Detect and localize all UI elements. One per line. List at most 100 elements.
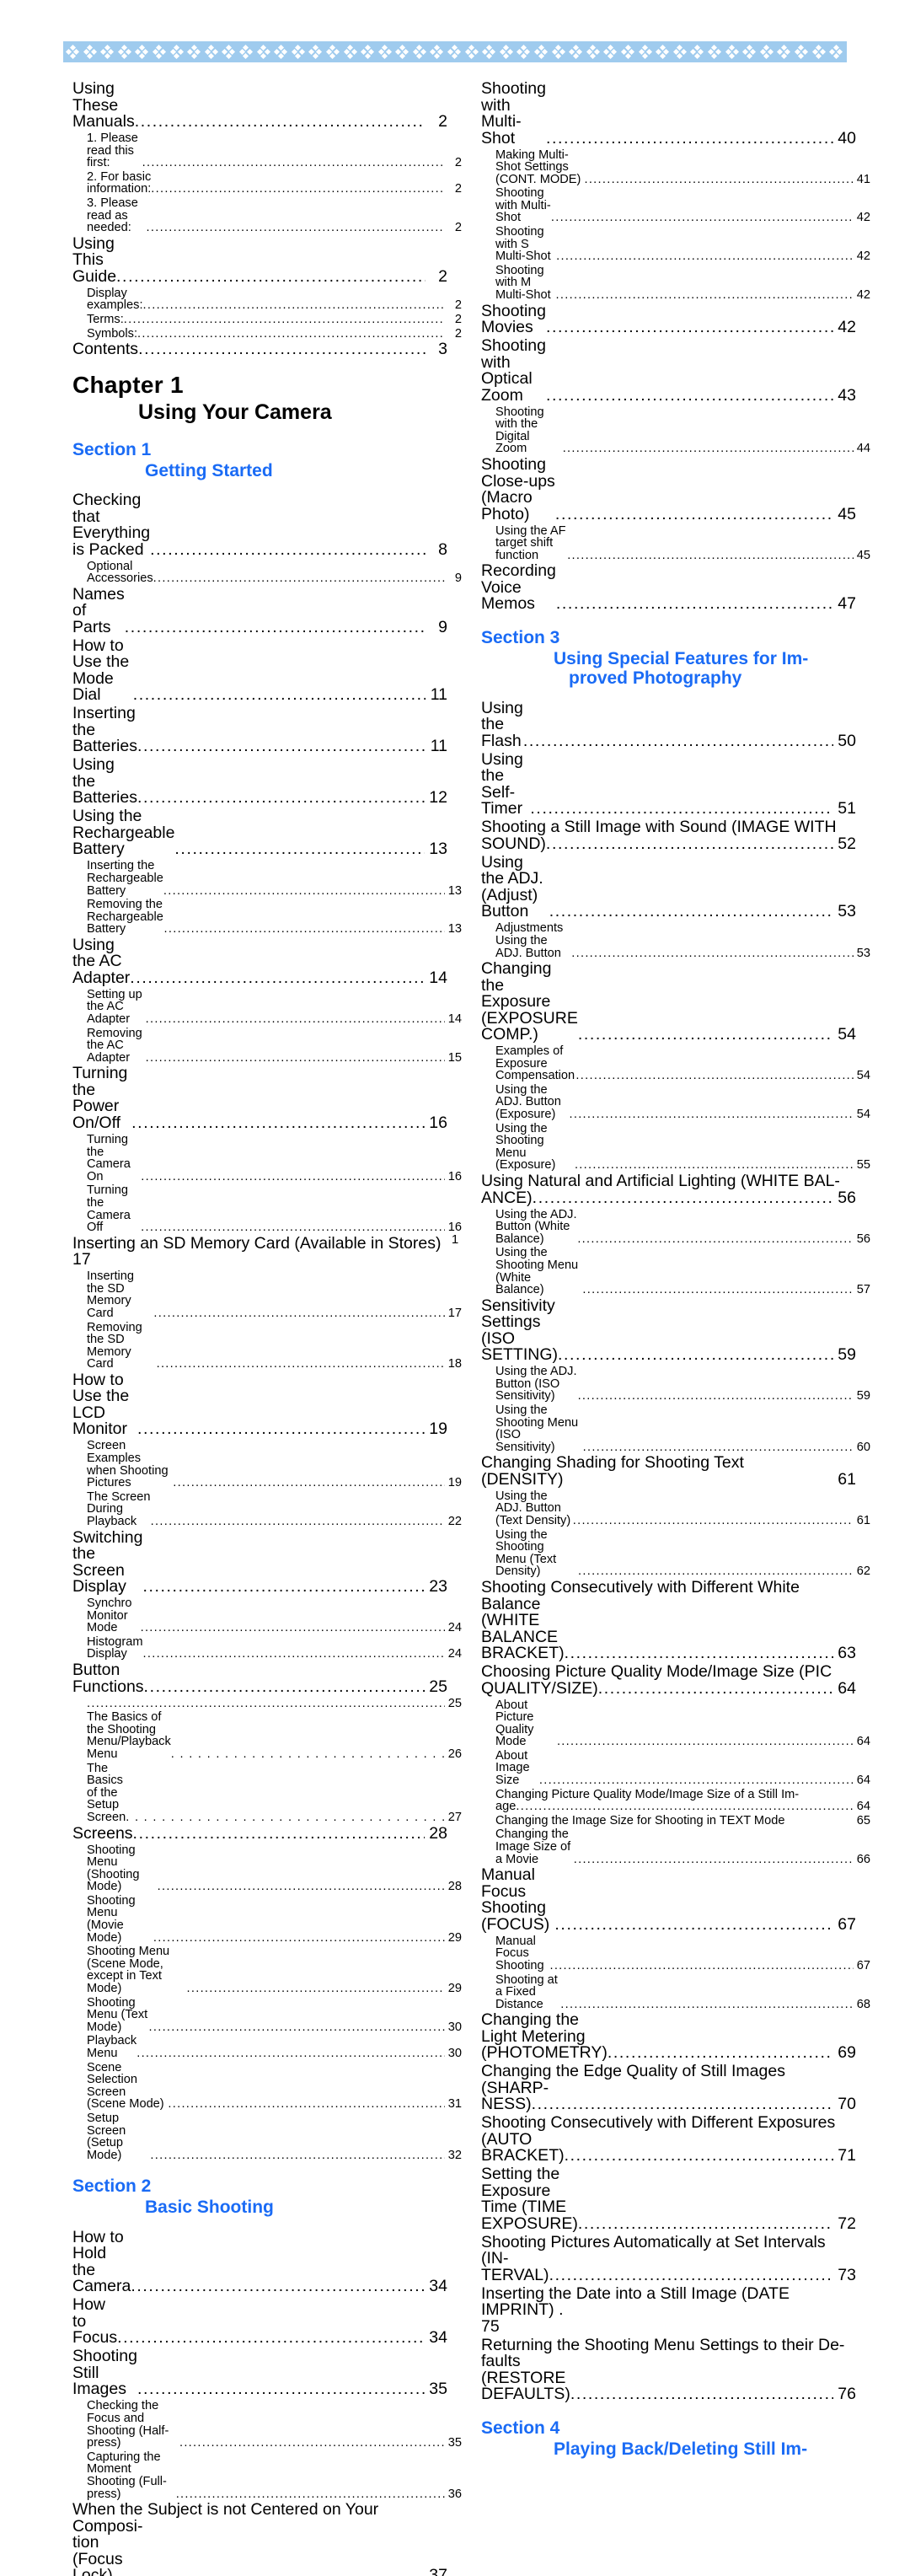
toc-entry[interactable]: Sensitivity Settings (ISO SETTING) .....… bbox=[481, 1297, 856, 1364]
toc-entry[interactable]: Returning the Shooting Menu Settings to … bbox=[481, 2337, 856, 2403]
toc-entry[interactable]: Names of Parts .........................… bbox=[72, 586, 447, 636]
toc-entry[interactable]: Shooting with Multi-Shot................… bbox=[481, 80, 856, 147]
toc-entry[interactable]: Using the Shooting Menu (Exposure) .....… bbox=[481, 1122, 870, 1172]
toc-entry[interactable]: Examples of Exposure Compensation ......… bbox=[481, 1045, 870, 1082]
toc-entry[interactable]: Shooting Movies ........................… bbox=[481, 303, 856, 336]
toc-entry[interactable]: Using the ADJ. (Adjust) Button .........… bbox=[481, 854, 856, 920]
toc-entry[interactable]: Turning the Camera Off..................… bbox=[72, 1184, 462, 1233]
toc-entry[interactable]: How to Use the LCD Monitor .............… bbox=[72, 1371, 447, 1438]
toc-entry[interactable]: Shooting with the Digital Zoom..........… bbox=[481, 405, 870, 455]
toc-entry[interactable]: Using This Guide........................… bbox=[72, 235, 447, 286]
toc-entry[interactable]: 1. Please read this first: .............… bbox=[72, 132, 462, 169]
toc-entry[interactable]: Using Natural and Artificial Lighting (W… bbox=[481, 1173, 856, 1206]
toc-entry[interactable]: How to Hold the Camera..................… bbox=[72, 2229, 447, 2295]
toc-entry[interactable]: Changing the Image Size for Shooting in … bbox=[481, 1815, 870, 1827]
toc-entry[interactable]: Shooting Consecutively with Different Ex… bbox=[481, 2115, 856, 2165]
toc-entry[interactable]: Inserting the Rechargeable Battery .....… bbox=[72, 860, 462, 897]
toc-entry[interactable]: Optional Accessories....................… bbox=[72, 560, 462, 585]
toc-entry[interactable]: Playback Menu ..........................… bbox=[72, 2035, 462, 2059]
toc-entry[interactable]: Capturing the Moment Shooting (Full-pres… bbox=[72, 2450, 462, 2500]
toc-entry[interactable]: Shooting with S Multi-Shot .............… bbox=[481, 226, 870, 263]
toc-entry[interactable]: Using the Shooting Menu (White Balance) … bbox=[481, 1247, 870, 1296]
toc-entry[interactable]: Shooting with Optical Zoom..............… bbox=[481, 337, 856, 404]
toc-entry[interactable]: Shooting with M Multi-Shot..............… bbox=[481, 265, 870, 302]
toc-entry[interactable]: Checking the Focus and Shooting (Half-pr… bbox=[72, 2400, 462, 2449]
toc-entry[interactable]: Setup Screen (Setup Mode) ..............… bbox=[72, 2112, 462, 2161]
toc-entry[interactable]: Adjustments Using the ADJ. Button ......… bbox=[481, 922, 870, 959]
toc-entry[interactable]: Changing the Edge Quality of Still Image… bbox=[481, 2063, 856, 2113]
toc-entry[interactable]: Using the AF target shift function .....… bbox=[481, 524, 870, 562]
toc-entry[interactable]: Inserting the SD Memory Card............… bbox=[72, 1270, 462, 1319]
toc-entry[interactable]: Changing the Exposure (EXPOSURE COMP.) .… bbox=[481, 960, 856, 1044]
toc-entry[interactable]: Manual Focus Shooting (FOCUS) ..........… bbox=[481, 1866, 856, 1933]
toc-entry[interactable]: Using the Self-Timer ...................… bbox=[481, 751, 856, 818]
toc-entry[interactable]: Shooting Menu (Text Mode)...............… bbox=[72, 1996, 462, 2034]
toc-entry[interactable]: About Picture Quality Mode..............… bbox=[481, 1699, 870, 1748]
toc-entry[interactable]: Shooting Pictures Automatically at Set I… bbox=[481, 2234, 856, 2284]
toc-entry[interactable]: Inserting the Batteries ................… bbox=[72, 706, 447, 755]
toc-entry[interactable]: Symbols:................................… bbox=[72, 327, 462, 341]
toc-entry-page: 35 bbox=[444, 2436, 462, 2450]
toc-entry[interactable]: About Image Size .......................… bbox=[481, 1750, 870, 1787]
toc-entry[interactable]: Changing the Image Size of a Movie .....… bbox=[481, 1828, 870, 1865]
toc-entry[interactable]: Synchro Monitor Mode ...................… bbox=[72, 1597, 462, 1634]
toc-entry[interactable]: Shooting Consecutively with Different Wh… bbox=[481, 1579, 856, 1662]
toc-entry[interactable]: The Screen During Playback..............… bbox=[72, 1491, 462, 1528]
toc-entry[interactable]: Using the ADJ. Button (Exposure) .......… bbox=[481, 1084, 870, 1121]
toc-entry[interactable]: Using the Shooting Menu (Text Density)..… bbox=[481, 1528, 870, 1578]
toc-entry[interactable]: Shooting Close-ups (Macro Photo)........… bbox=[481, 456, 856, 523]
toc-entry[interactable]: Removing the Rechargeable Battery.......… bbox=[72, 899, 462, 936]
toc-entry[interactable]: Using the AC Adapter ...................… bbox=[72, 936, 447, 987]
toc-entry[interactable]: Turning the Power On/Off ...............… bbox=[72, 1065, 447, 1131]
toc-entry[interactable]: Changing the Light Metering (PHOTOMETRY)… bbox=[481, 2012, 856, 2062]
toc-entry[interactable]: Using These Manuals ....................… bbox=[72, 80, 447, 131]
toc-entry[interactable]: Button Functions .......................… bbox=[72, 1661, 447, 1695]
toc-entry[interactable]: Shooting Menu (Scene Mode, except in Tex… bbox=[72, 1945, 462, 1994]
toc-entry[interactable]: Removing the SD Memory Card.............… bbox=[72, 1321, 462, 1371]
toc-entry[interactable]: Screen Examples when Shooting Pictures..… bbox=[72, 1440, 462, 1489]
toc-entry[interactable]: Screens.................................… bbox=[72, 1825, 447, 1843]
toc-entry[interactable]: Using the Rechargeable Battery .........… bbox=[72, 808, 447, 858]
toc-entry[interactable]: Display examples: ......................… bbox=[72, 287, 462, 312]
toc-entry[interactable]: Recording Voice Memos...................… bbox=[481, 563, 856, 613]
toc-entry[interactable]: How to Use the Mode Dial ...............… bbox=[72, 637, 447, 704]
toc-entry[interactable]: Using the Flash.........................… bbox=[481, 700, 856, 750]
toc-entry-title: About Image Size bbox=[495, 1748, 533, 1788]
toc-entry[interactable]: Using the ADJ. Button (Text Density)....… bbox=[481, 1490, 870, 1527]
toc-entry-title-continued: NESS)...................................… bbox=[481, 2096, 856, 2113]
toc-entry[interactable]: Shooting at a Fixed Distance ...........… bbox=[481, 1973, 870, 2011]
toc-entry[interactable]: When the Subject is not Centered on Your… bbox=[72, 2501, 447, 2576]
toc-entry-page: 12 bbox=[424, 788, 447, 808]
toc-entry[interactable]: The Basics of the Shooting Menu/Playback… bbox=[72, 1711, 462, 1760]
toc-entry[interactable]: Turning the Camera On...................… bbox=[72, 1134, 462, 1183]
toc-entry[interactable]: Switching the Screen Display............… bbox=[72, 1529, 447, 1596]
toc-entry[interactable]: Shooting Menu (Shooting Mode)...........… bbox=[72, 1843, 462, 1893]
toc-entry[interactable]: Terms: .................................… bbox=[72, 314, 462, 326]
toc-entry[interactable]: Shooting Still Images ..................… bbox=[72, 2348, 447, 2398]
toc-entry[interactable]: Inserting the Date into a Still Image (D… bbox=[481, 2285, 856, 2336]
toc-entry[interactable]: Changing Shading for Shooting Text (DENS… bbox=[481, 1455, 856, 1488]
toc-entry[interactable]: Shooting a Still Image with Sound (IMAGE… bbox=[481, 819, 856, 852]
toc-entry[interactable]: Using the Batteries.....................… bbox=[72, 757, 447, 807]
toc-entry[interactable]: Making Multi-Shot Settings (CONT. MODE) … bbox=[481, 148, 870, 186]
toc-entry[interactable]: 3. Please read as needed:...............… bbox=[72, 197, 462, 234]
toc-entry[interactable]: Histogram Display ......................… bbox=[72, 1636, 462, 1661]
toc-entry[interactable]: Shooting with Multi-Shot................… bbox=[481, 187, 870, 224]
toc-entry[interactable]: Removing the AC Adapter.................… bbox=[72, 1027, 462, 1065]
toc-entry[interactable]: Changing Picture Quality Mode/Image Size… bbox=[481, 1789, 870, 1813]
leader-dots: ........................................… bbox=[564, 1645, 833, 1662]
toc-entry[interactable]: ........................................… bbox=[72, 1697, 462, 1710]
toc-entry[interactable]: Using the ADJ. Button (ISO Sensitivity) … bbox=[481, 1366, 870, 1403]
toc-entry[interactable]: Shooting Menu (Movie Mode) .............… bbox=[72, 1895, 462, 1944]
toc-entry[interactable]: Scene Selection Screen (Scene Mode).....… bbox=[72, 2061, 462, 2111]
toc-entry[interactable]: Contents................................… bbox=[72, 341, 447, 358]
toc-entry[interactable]: The Basics of the Setup Screen . . . . .… bbox=[72, 1762, 462, 1824]
toc-entry[interactable]: Setting the Exposure Time (TIME EXPOSURE… bbox=[481, 2166, 856, 2232]
toc-entry[interactable]: Checking that Everything is Packed......… bbox=[72, 491, 447, 558]
toc-entry[interactable]: How to Focus ...........................… bbox=[72, 2297, 447, 2347]
toc-entry[interactable]: Manual Focus Shooting...................… bbox=[481, 1935, 870, 1972]
toc-entry[interactable]: 2. For basic information: ..............… bbox=[72, 170, 462, 196]
toc-entry[interactable]: Setting up the AC Adapter...............… bbox=[72, 989, 462, 1026]
toc-entry[interactable]: Using the Shooting Menu (ISO Sensitivity… bbox=[481, 1404, 870, 1453]
toc-entry[interactable]: Choosing Picture Quality Mode/Image Size… bbox=[481, 1663, 856, 1697]
